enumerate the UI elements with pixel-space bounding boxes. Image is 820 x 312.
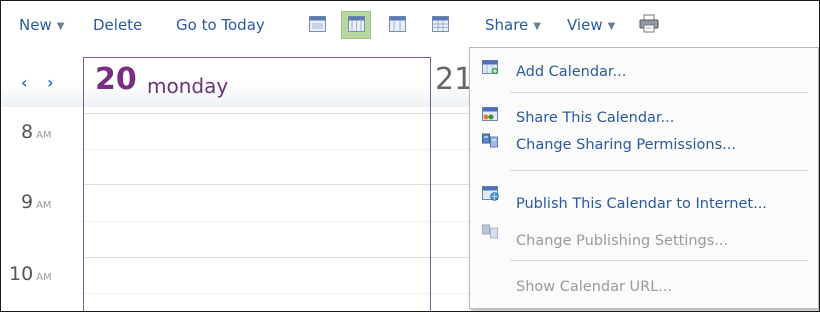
share-label: Share [485, 16, 529, 34]
menu-separator [510, 170, 808, 171]
day-view-icon[interactable] [309, 16, 326, 32]
share-menu: Add Calendar... Share This Calendar... C… [469, 47, 819, 309]
menu-item-change-sharing-permissions[interactable]: Change Sharing Permissions... [516, 136, 736, 154]
chevron-down-icon: ▼ [607, 21, 616, 32]
day-name: monday [147, 74, 229, 98]
share-calendar-icon [482, 107, 498, 121]
menu-item-show-calendar-url: Show Calendar URL... [516, 279, 673, 295]
publish-calendar-icon [482, 186, 499, 201]
hour-label-9am: 9 AM [21, 191, 101, 217]
hour-label-8am: 8 AM [21, 121, 101, 147]
delete-button[interactable]: Delete [93, 15, 142, 35]
sharing-permissions-icon [482, 133, 498, 148]
day-number: 20 [95, 62, 137, 97]
hour-number: 8 [21, 121, 34, 143]
calendar-window: New ▼ Delete Go to Today Share ▼ View ▼ … [0, 0, 820, 312]
printer-icon[interactable] [639, 14, 659, 33]
week-view-icon[interactable] [348, 16, 365, 32]
next-day-number: 21 [435, 62, 474, 97]
hour-label-10am: 10 AM [9, 263, 89, 289]
publishing-settings-icon [482, 224, 498, 239]
previous-day-button[interactable]: ‹ [21, 75, 28, 91]
add-calendar-icon [482, 60, 499, 75]
am-pm-label: AM [36, 272, 52, 283]
share-button[interactable]: Share ▼ [485, 15, 541, 38]
next-day-button[interactable]: › [47, 75, 54, 91]
menu-item-publish-calendar-to-internet[interactable]: Publish This Calendar to Internet... [516, 195, 767, 213]
chevron-down-icon: ▼ [56, 21, 65, 32]
new-button[interactable]: New ▼ [19, 15, 64, 38]
menu-item-add-calendar[interactable]: Add Calendar... [516, 63, 626, 81]
menu-item-share-this-calendar[interactable]: Share This Calendar... [516, 109, 674, 127]
view-button[interactable]: View ▼ [567, 15, 615, 38]
view-label: View [567, 16, 603, 34]
go-to-today-button[interactable]: Go to Today [176, 15, 265, 35]
month-view-icon[interactable] [432, 16, 449, 32]
work-week-view-icon[interactable] [389, 16, 406, 32]
chevron-down-icon: ▼ [533, 21, 541, 32]
menu-item-change-publishing-settings: Change Publishing Settings... [516, 233, 729, 249]
hour-number: 9 [21, 191, 34, 213]
hour-number: 10 [9, 263, 34, 285]
menu-separator [510, 92, 808, 93]
new-label: New [19, 16, 52, 34]
toolbar: New ▼ Delete Go to Today Share ▼ View ▼ [1, 1, 819, 49]
am-pm-label: AM [36, 130, 52, 141]
menu-separator [510, 260, 808, 261]
am-pm-label: AM [36, 200, 52, 211]
